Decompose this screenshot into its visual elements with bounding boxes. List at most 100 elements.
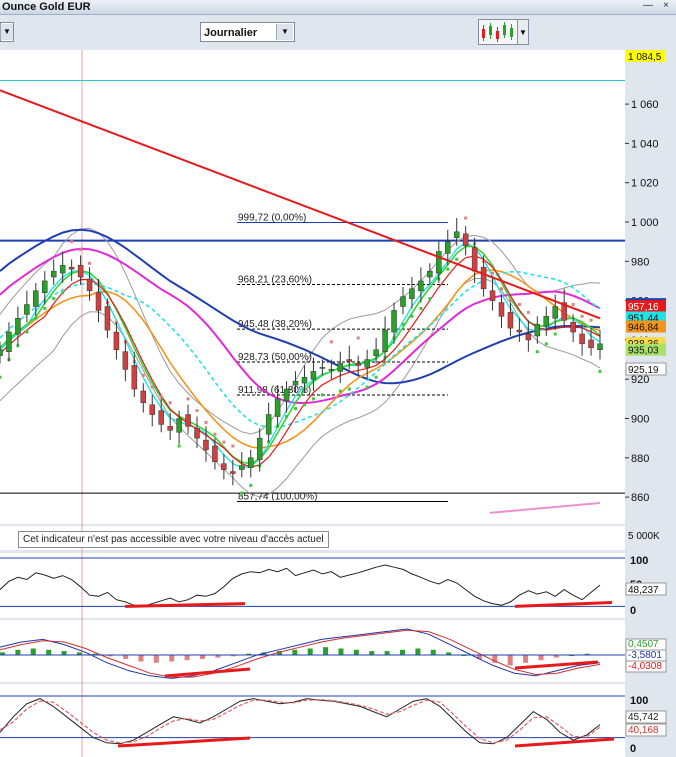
sar-dot [571, 303, 575, 307]
sar-dot [285, 415, 289, 419]
candle-body [0, 349, 3, 356]
volume-axis-label: 5 000K [628, 531, 660, 542]
macd-histogram-bar [353, 649, 359, 655]
candle-body [489, 290, 496, 301]
macd-histogram-bar [415, 648, 421, 655]
macd-value-label: -4,0308 [628, 661, 662, 672]
candle-body [480, 266, 487, 290]
sar-dot [0, 375, 2, 379]
macd-histogram-bar [30, 648, 36, 655]
candle-body [158, 410, 164, 425]
candle-body [149, 404, 155, 415]
chart-area[interactable]: 999,72 (0,00%)968,21 (23,60%)945,48 (38,… [0, 0, 676, 757]
sar-dot [535, 350, 539, 354]
sar-dot [204, 420, 208, 424]
sar-dot [419, 306, 423, 310]
sar-dot [222, 440, 226, 444]
price-tick-label: 1 000 [631, 217, 659, 229]
candle-body [516, 329, 523, 333]
macd-histogram-bar [369, 651, 375, 655]
sar-dot [195, 409, 199, 413]
sar-dot [356, 336, 360, 340]
candle-body [498, 302, 505, 317]
candle-body [131, 365, 138, 390]
macd-histogram-bar [184, 655, 190, 661]
candle-body [185, 414, 191, 427]
sar-dot [365, 385, 369, 389]
sar-dot [150, 385, 154, 389]
sar-dot [302, 403, 306, 407]
macd-histogram-bar [15, 649, 21, 655]
sar-dot [186, 397, 190, 401]
macd-histogram-bar [384, 651, 390, 655]
candle-body [588, 339, 594, 349]
price-label: 925,19 [628, 365, 659, 376]
candle-body [373, 349, 379, 356]
sar-dot [347, 387, 351, 391]
sar-dot [25, 330, 29, 334]
sar-dot [446, 267, 450, 271]
sar-dot [52, 297, 56, 301]
candle-body [525, 333, 532, 341]
price-tick-label: 1 060 [631, 99, 659, 111]
sar-dot [517, 303, 521, 307]
sar-dot [79, 248, 83, 252]
macd-histogram-bar [169, 655, 175, 662]
candle-body [122, 351, 129, 370]
osc-tick-label: 100 [630, 555, 648, 567]
candle-body [42, 280, 48, 293]
sar-dot [240, 491, 244, 495]
osc-tick-label: 0 [630, 605, 636, 617]
sar-dot [213, 432, 217, 436]
candle-body [445, 241, 451, 254]
candle-body [68, 266, 75, 270]
sar-dot [455, 257, 459, 261]
sar-dot [294, 407, 298, 411]
candle-body [203, 439, 209, 451]
price-tick-label: 880 [631, 453, 649, 465]
price-label: 957,16 [628, 302, 659, 313]
macd-histogram-bar [200, 655, 205, 659]
candle-body [15, 318, 21, 335]
price-tick-label: 980 [631, 256, 649, 268]
sar-dot [231, 444, 235, 448]
sar-dot [499, 287, 503, 291]
sar-dot [553, 332, 557, 336]
candle-body [24, 304, 30, 315]
sar-dot [168, 401, 172, 405]
candle-body [6, 331, 12, 352]
price-panel-bg [0, 50, 625, 524]
price-label: 1 084,5 [628, 52, 662, 63]
candle-body [140, 390, 147, 404]
sar-dot [311, 397, 315, 401]
candle-body [462, 233, 469, 246]
candle-body [453, 231, 460, 238]
candle-body [364, 359, 370, 368]
sar-dot [491, 271, 495, 275]
sar-dot [329, 340, 333, 344]
price-tick-label: 1 020 [631, 178, 659, 190]
osc-panel-bg [0, 553, 625, 618]
candle-body [471, 247, 478, 272]
candle-body [346, 359, 353, 362]
candle-body [382, 329, 388, 352]
sar-dot [410, 314, 414, 318]
candle-body [212, 445, 218, 462]
candle-body [301, 376, 308, 384]
sar-dot [159, 395, 163, 399]
macd-histogram-bar [153, 655, 159, 663]
candle-body [436, 251, 442, 274]
stoch-tick-label: 100 [630, 695, 648, 707]
sar-dot [428, 297, 432, 301]
stoch-tick-label: 0 [630, 743, 636, 755]
price-label: 935,03 [628, 346, 659, 357]
sar-dot [177, 444, 181, 448]
candle-body [256, 437, 263, 461]
candle-body [534, 323, 541, 337]
candle-body [400, 296, 406, 307]
sar-dot [580, 314, 584, 318]
candle-body [597, 343, 603, 350]
macd-histogram-bar [138, 655, 144, 662]
price-tick-label: 1 040 [631, 138, 659, 150]
macd-histogram-bar [523, 655, 529, 663]
